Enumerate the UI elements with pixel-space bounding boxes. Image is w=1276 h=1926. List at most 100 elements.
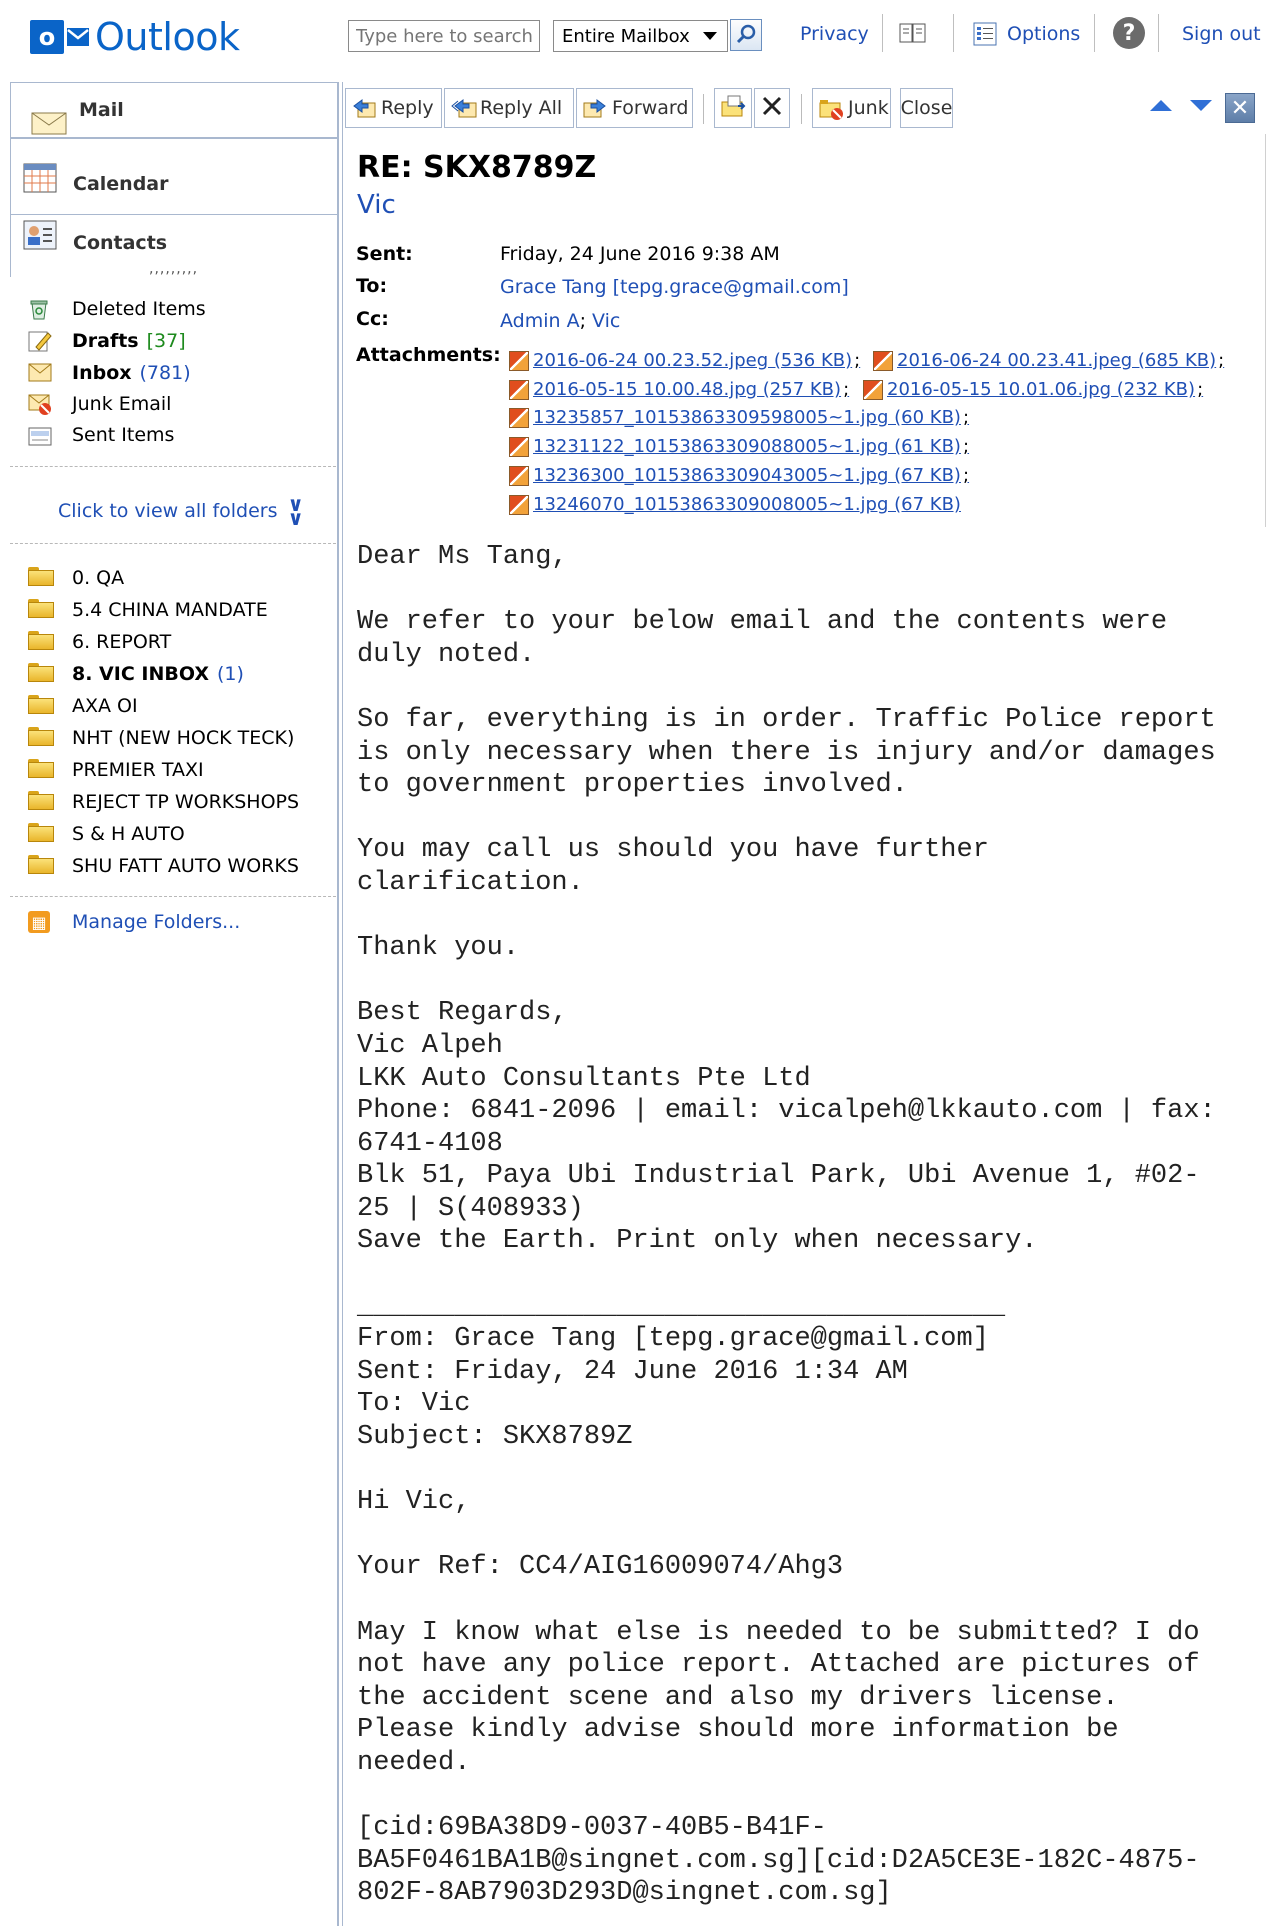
folder-label: AXA OI	[72, 695, 138, 717]
previous-message-icon[interactable]	[1150, 100, 1172, 111]
sent-label: Sent:	[356, 243, 413, 265]
close-pane-icon[interactable]: ✕	[1225, 93, 1255, 123]
mail-icon	[31, 109, 67, 140]
next-message-icon[interactable]	[1190, 100, 1212, 111]
chevron-down-icon	[703, 32, 717, 40]
folder-label: Deleted Items	[72, 298, 206, 320]
view-all-folders-label: Click to view all folders	[58, 500, 278, 522]
nav-contacts-label: Contacts	[73, 232, 168, 254]
privacy-link[interactable]: Privacy	[800, 23, 869, 45]
image-file-icon	[873, 350, 893, 371]
nav-calendar-label: Calendar	[73, 173, 169, 195]
folder-shu-fatt-auto-works[interactable]: SHU FATT AUTO WORKS	[28, 853, 299, 879]
sign-out-link[interactable]: Sign out	[1182, 23, 1261, 45]
outlook-logo-letter: o	[30, 20, 64, 54]
view-all-folders-link[interactable]: Click to view all folders ∨ ∨	[58, 492, 304, 530]
image-file-icon	[509, 494, 529, 515]
folder-sent-items[interactable]: Sent Items	[28, 422, 174, 448]
image-file-icon	[509, 407, 529, 428]
manage-folders-link[interactable]: ▦ Manage Folders...	[28, 911, 240, 933]
cc-recipient-link[interactable]: Admin A	[500, 310, 580, 332]
folder-deleted-items[interactable]: Deleted Items	[28, 296, 206, 322]
attachment-link[interactable]: 2016-06-24 00.23.52.jpeg (536 KB);	[509, 350, 860, 371]
nav-calendar-button[interactable]: Calendar	[11, 139, 337, 215]
folder-label: Drafts	[72, 330, 139, 352]
options-link[interactable]: Options	[1007, 23, 1080, 45]
forward-button[interactable]: Forward	[576, 88, 693, 128]
folder-s-h-auto[interactable]: S & H AUTO	[28, 821, 185, 847]
folder-drafts[interactable]: Drafts [37]	[28, 328, 186, 354]
top-header: o Outlook Entire Mailbox Privacy Options…	[0, 0, 1276, 80]
folder-label: Junk Email	[72, 393, 172, 415]
attachment-link[interactable]: 2016-06-24 00.23.41.jpeg (685 KB);	[873, 350, 1224, 371]
close-label: Close	[900, 97, 953, 119]
image-file-icon	[509, 465, 529, 486]
divider	[1094, 14, 1095, 52]
folder-axa-oi[interactable]: AXA OI	[28, 693, 138, 719]
reply-all-button[interactable]: Reply All	[444, 88, 574, 128]
attachment-name: 2016-05-15 10.00.48.jpg (257 KB)	[533, 379, 842, 400]
cc-recipient-link[interactable]: Vic	[592, 310, 620, 332]
search-scope-select[interactable]: Entire Mailbox	[553, 20, 728, 52]
address-book-icon[interactable]	[898, 22, 928, 49]
sent-items-icon	[28, 424, 52, 446]
reply-button[interactable]: Reply	[345, 88, 442, 128]
folder-icon	[28, 855, 54, 877]
search-button[interactable]	[730, 19, 762, 51]
sent-value: Friday, 24 June 2016 9:38 AM	[500, 243, 780, 265]
recycle-bin-icon	[28, 298, 52, 320]
junk-icon	[819, 97, 843, 120]
search-input[interactable]	[348, 20, 540, 52]
pane-divider[interactable]	[337, 82, 339, 1926]
to-label: To:	[356, 275, 388, 297]
attachment-link[interactable]: 13235857_10153863309598005~1.jpg (60 KB)…	[509, 407, 969, 428]
folder-icon	[28, 727, 54, 749]
message-sender[interactable]: Vic	[357, 190, 396, 220]
folder-vic-inbox[interactable]: 8. VIC INBOX (1)	[28, 661, 244, 687]
image-file-icon	[509, 436, 529, 457]
image-file-icon	[509, 379, 529, 400]
attachment-name: 13231122_10153863309088005~1.jpg (61 KB)	[533, 436, 961, 457]
folder-china-mandate[interactable]: 5.4 CHINA MANDATE	[28, 597, 268, 623]
folder-icon	[28, 567, 54, 589]
contacts-icon	[23, 220, 57, 255]
nav-resize-grip[interactable]: ,,,,,,,,,	[149, 261, 198, 277]
drafts-icon	[28, 330, 52, 352]
nav-mail-button[interactable]: Mail	[11, 83, 337, 139]
attachment-link[interactable]: 13231122_10153863309088005~1.jpg (61 KB)…	[509, 436, 969, 457]
junk-button[interactable]: Junk	[812, 88, 891, 128]
folder-icon	[28, 663, 54, 685]
attachment-name: 13235857_10153863309598005~1.jpg (60 KB)	[533, 407, 961, 428]
move-button[interactable]	[714, 88, 752, 128]
outlook-logo[interactable]: o Outlook	[30, 14, 240, 60]
close-button[interactable]: Close	[900, 88, 953, 128]
app-name: Outlook	[95, 15, 240, 59]
folder-premier-taxi[interactable]: PREMIER TAXI	[28, 757, 204, 783]
folder-qa[interactable]: 0. QA	[28, 565, 124, 591]
folder-inbox[interactable]: Inbox (781)	[28, 360, 191, 386]
envelope-icon	[67, 28, 89, 46]
message-subject: RE: SKX8789Z	[357, 150, 597, 185]
attachment-link[interactable]: 13236300_10153863309043005~1.jpg (67 KB)…	[509, 465, 969, 486]
delete-button[interactable]	[754, 88, 790, 128]
divider	[10, 466, 336, 467]
attachment-name: 2016-05-15 10.01.06.jpg (232 KB)	[887, 379, 1196, 400]
folder-report[interactable]: 6. REPORT	[28, 629, 171, 655]
to-recipient-link[interactable]: Grace Tang [tepg.grace@gmail.com]	[500, 276, 849, 298]
calendar-icon	[23, 163, 57, 198]
manage-folders-icon: ▦	[28, 911, 50, 933]
folder-label: S & H AUTO	[72, 823, 185, 845]
attachment-link[interactable]: 2016-05-15 10.01.06.jpg (232 KB);	[863, 379, 1203, 400]
navigation-pane: Mail Calendar Contacts ,,,,,,,,,	[10, 82, 337, 277]
folder-label: 8. VIC INBOX	[72, 663, 209, 685]
folder-icon	[28, 823, 54, 845]
folder-reject-tp-workshops[interactable]: REJECT TP WORKSHOPS	[28, 789, 299, 815]
attachment-link[interactable]: 13246070_10153863309008005~1.jpg (67 KB)	[509, 494, 961, 515]
attachment-link[interactable]: 2016-05-15 10.00.48.jpg (257 KB);	[509, 379, 849, 400]
attachment-name: 13246070_10153863309008005~1.jpg (67 KB)	[533, 494, 961, 515]
help-icon[interactable]: ?	[1113, 17, 1145, 49]
attachments-label: Attachments:	[356, 344, 501, 366]
folder-junk-email[interactable]: Junk Email	[28, 391, 171, 417]
folder-nht[interactable]: NHT (NEW HOCK TECK)	[28, 725, 294, 751]
double-chevron-down-icon: ∨ ∨	[287, 492, 304, 530]
